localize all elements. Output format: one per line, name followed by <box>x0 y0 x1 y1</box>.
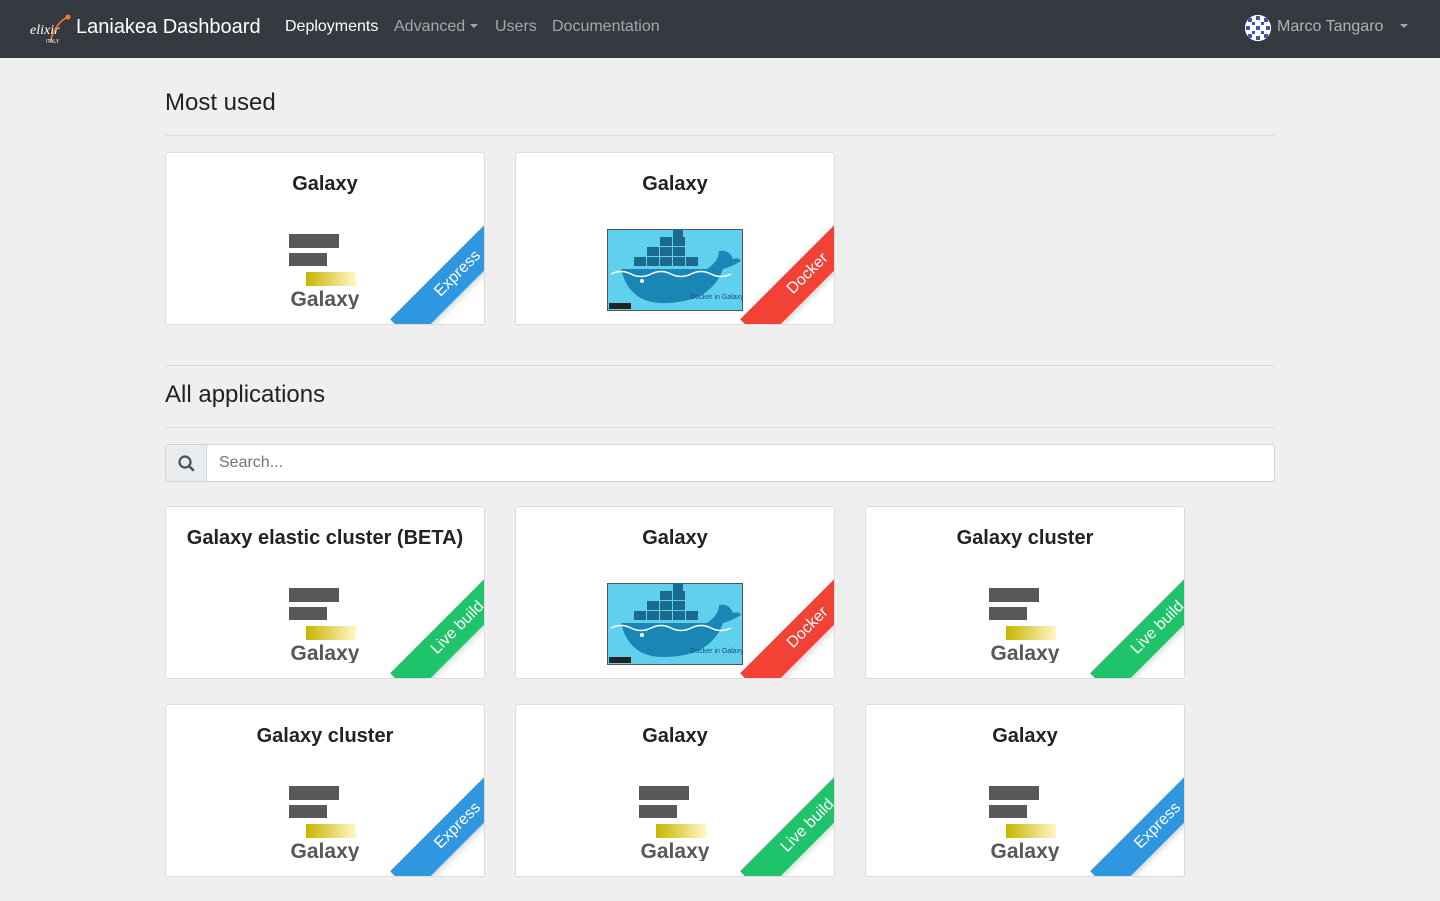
elixir-logo[interactable]: elixir ITALY <box>28 12 74 46</box>
badge-label: Live build <box>390 568 484 678</box>
badge-ribbon: Express <box>374 214 484 324</box>
svg-text:Galaxy: Galaxy <box>991 840 1060 861</box>
app-card-galaxy-docker[interactable]: Galaxy Docker in Galaxy Docker <box>515 506 835 679</box>
galaxy-logo: Galaxy <box>289 588 360 663</box>
search-bar <box>165 444 1275 482</box>
card-title: Galaxy <box>642 173 708 195</box>
brand-title[interactable]: Laniakea Dashboard <box>76 16 261 39</box>
badge-ribbon: Docker <box>724 214 834 324</box>
divider <box>165 427 1275 428</box>
app-card-galaxy-express[interactable]: Galaxy Galaxy Express <box>165 152 485 325</box>
svg-text:Galaxy: Galaxy <box>641 840 710 861</box>
divider <box>165 135 1275 136</box>
app-card-galaxy-live-build[interactable]: Galaxy Galaxy Live build <box>515 704 835 877</box>
docker-galaxy-logo: Docker in Galaxy <box>607 229 743 311</box>
svg-text:elixir: elixir <box>30 23 60 38</box>
search-addon <box>166 445 207 481</box>
app-card-galaxy-cluster-express[interactable]: Galaxy cluster Galaxy Express <box>165 704 485 877</box>
card-title: Galaxy <box>992 725 1058 747</box>
svg-text:ITALY: ITALY <box>46 39 60 45</box>
card-title: Galaxy cluster <box>256 725 394 747</box>
galaxy-logo: Galaxy <box>989 786 1060 861</box>
nav-advanced-label: Advanced <box>394 18 466 35</box>
app-card-galaxy-elastic-cluster-beta-live-build[interactable]: Galaxy elastic cluster (BETA) Galaxy Liv… <box>165 506 485 679</box>
card-title: Galaxy <box>642 527 708 549</box>
badge-ribbon: Express <box>1074 766 1184 876</box>
galaxy-logo: Galaxy <box>989 588 1060 663</box>
card-title: Galaxy <box>642 725 708 747</box>
badge-label: Live build <box>1090 568 1184 678</box>
app-card-galaxy-cluster-live-build[interactable]: Galaxy cluster Galaxy Live build <box>865 506 1185 679</box>
badge-label: Live build <box>740 766 834 876</box>
avatar <box>1245 15 1271 41</box>
docker-galaxy-logo: Docker in Galaxy <box>607 583 743 665</box>
app-card-galaxy-docker[interactable]: Galaxy Docker in Galaxy Docker <box>515 152 835 325</box>
svg-text:Galaxy: Galaxy <box>291 288 360 309</box>
badge-label: Docker <box>740 568 834 678</box>
top-navbar: elixir ITALY Laniakea Dashboard Deployme… <box>0 0 1440 58</box>
search-input[interactable] <box>207 445 1274 481</box>
badge-ribbon: Live build <box>374 568 484 678</box>
chevron-down-icon <box>1400 24 1408 28</box>
app-card-galaxy-express[interactable]: Galaxy Galaxy Express <box>865 704 1185 877</box>
most-used-title: Most used <box>165 89 276 116</box>
badge-label: Express <box>390 766 484 876</box>
badge-label: Docker <box>740 214 834 324</box>
galaxy-logo: Galaxy <box>289 234 360 309</box>
galaxy-logo: Galaxy <box>289 786 360 861</box>
badge-label: Express <box>1090 766 1184 876</box>
card-title: Galaxy cluster <box>956 527 1094 549</box>
badge-ribbon: Live build <box>724 766 834 876</box>
nav-documentation[interactable]: Documentation <box>552 18 660 36</box>
user-name: Marco Tangaro <box>1277 18 1384 35</box>
badge-ribbon: Express <box>374 766 484 876</box>
card-title: Galaxy elastic cluster (BETA) <box>186 527 464 549</box>
all-applications-title: All applications <box>165 381 326 408</box>
chevron-down-icon <box>470 23 479 28</box>
nav-advanced-dropdown[interactable]: Advanced <box>394 18 479 36</box>
badge-ribbon: Docker <box>724 568 834 678</box>
divider <box>165 365 1275 366</box>
badge-ribbon: Live build <box>1074 568 1184 678</box>
svg-text:Galaxy: Galaxy <box>291 840 360 861</box>
nav-deployments[interactable]: Deployments <box>285 18 378 36</box>
nav-users[interactable]: Users <box>495 18 537 36</box>
card-title: Galaxy <box>292 173 358 195</box>
svg-text:Galaxy: Galaxy <box>291 642 360 663</box>
svg-text:Galaxy: Galaxy <box>991 642 1060 663</box>
badge-label: Express <box>390 214 484 324</box>
galaxy-logo: Galaxy <box>639 786 710 861</box>
search-icon <box>178 455 195 472</box>
